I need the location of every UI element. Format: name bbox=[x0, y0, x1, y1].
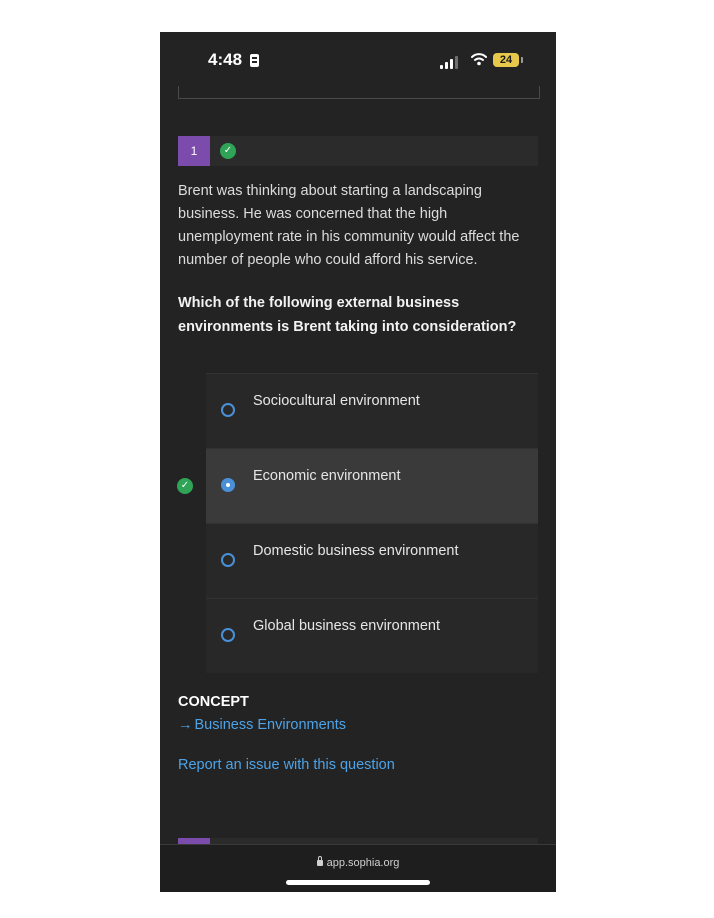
answer-option-domestic[interactable]: Domestic business environment bbox=[206, 523, 538, 598]
lock-icon bbox=[316, 856, 323, 866]
question-number-badge: 1 bbox=[178, 136, 210, 166]
address-text[interactable]: app.sophia.org bbox=[160, 856, 556, 869]
radio-button-icon[interactable] bbox=[221, 553, 235, 567]
wifi-icon bbox=[471, 53, 487, 66]
concept-link[interactable]: → Business Environments bbox=[178, 717, 346, 733]
status-time: 4:48 bbox=[208, 50, 243, 69]
phone-screen: 4:48 24 1 ✓ Brent was thinking about sta… bbox=[160, 32, 556, 892]
option-label: Sociocultural environment bbox=[253, 393, 420, 409]
arrow-right-icon: → bbox=[178, 717, 193, 733]
concept-heading: CONCEPT bbox=[178, 694, 249, 710]
question-header: 1 ✓ bbox=[178, 136, 538, 166]
answer-option-global[interactable]: Global business environment bbox=[206, 598, 538, 673]
question-stem: Brent was thinking about starting a land… bbox=[178, 183, 520, 268]
answer-option-sociocultural[interactable]: Sociocultural environment bbox=[206, 373, 538, 448]
status-bar: 4:48 24 bbox=[160, 32, 556, 90]
correct-check-icon: ✓ bbox=[220, 143, 236, 159]
report-issue-link[interactable]: Report an issue with this question bbox=[178, 757, 395, 773]
option-label: Global business environment bbox=[253, 618, 440, 634]
answer-options: Sociocultural environment Economic envir… bbox=[206, 373, 538, 673]
id-card-icon bbox=[250, 54, 259, 67]
correct-answer-check-icon: ✓ bbox=[177, 478, 193, 494]
home-indicator[interactable] bbox=[286, 880, 430, 885]
option-label: Economic environment bbox=[253, 468, 401, 484]
option-label: Domestic business environment bbox=[253, 543, 459, 559]
answer-option-economic[interactable]: Economic environment bbox=[206, 448, 538, 523]
radio-button-selected-icon[interactable] bbox=[221, 478, 235, 492]
concept-link-label: Business Environments bbox=[194, 717, 347, 733]
radio-button-icon[interactable] bbox=[221, 628, 235, 642]
radio-button-icon[interactable] bbox=[221, 403, 235, 417]
previous-card-edge bbox=[178, 86, 540, 99]
question-prompt: Which of the following external business… bbox=[178, 295, 517, 335]
battery-icon: 24 bbox=[493, 53, 523, 67]
url-label: app.sophia.org bbox=[326, 857, 400, 869]
